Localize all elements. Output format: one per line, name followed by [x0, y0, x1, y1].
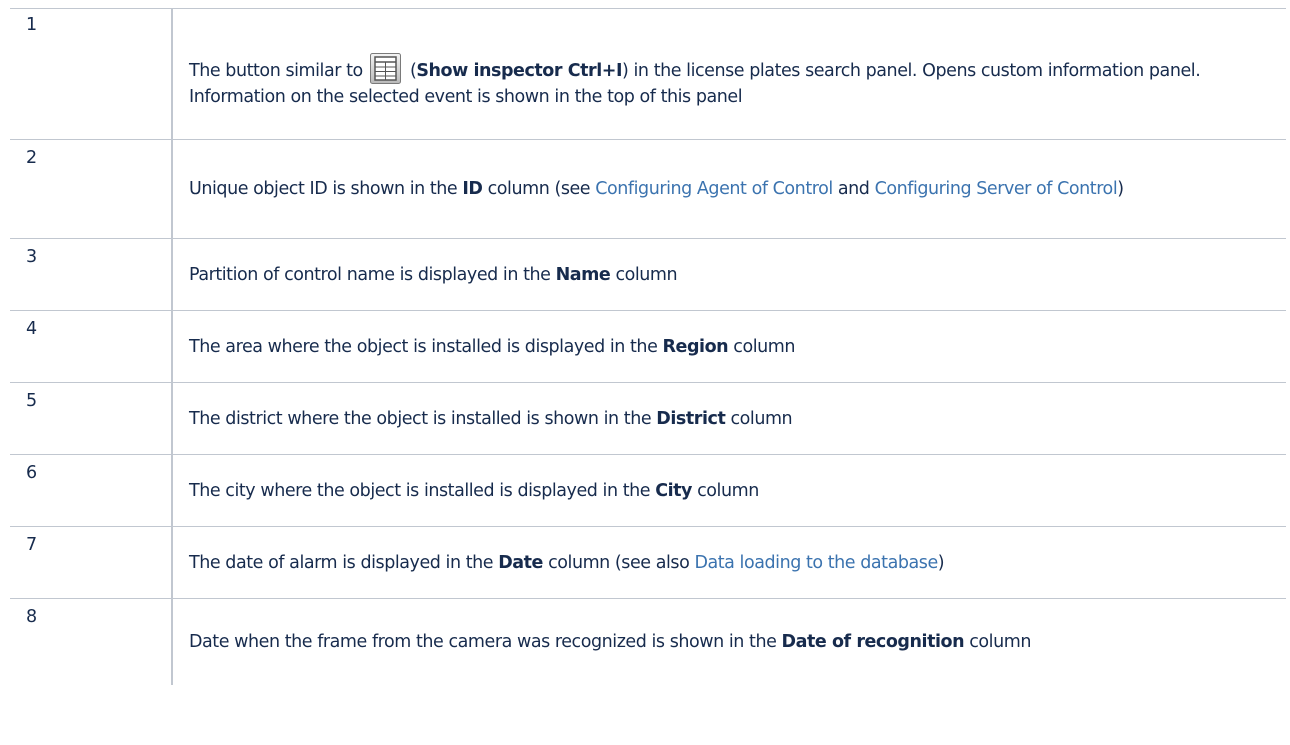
description-text: The city where the object is installed i…: [189, 480, 656, 501]
row-number: 6: [26, 463, 37, 483]
description-text: The button similar to: [189, 60, 368, 81]
row-number-cell: 2: [10, 139, 173, 239]
row-description-cell: The city where the object is installed i…: [172, 454, 1286, 527]
row-number: 2: [26, 148, 37, 168]
table-row: 7 The date of alarm is displayed in the …: [10, 526, 1286, 599]
link-configuring-server-of-control[interactable]: Configuring Server of Control: [875, 179, 1118, 199]
description-text: ): [1117, 179, 1124, 199]
description-text: (: [404, 60, 417, 81]
table-row: 2 Unique object ID is shown in the ID co…: [10, 139, 1286, 239]
bold-term: District: [656, 408, 726, 429]
row-description-cell: The button similar to (Show inspector Ct…: [172, 8, 1286, 140]
row-number-cell: 1: [10, 8, 173, 140]
row-description-cell: The area where the object is installed i…: [172, 310, 1286, 383]
description-text: The date of alarm is displayed in the: [189, 552, 499, 573]
row-number-cell: 5: [10, 382, 173, 455]
description-text: Partition of control name is displayed i…: [189, 264, 556, 285]
description-text: column (see: [482, 179, 596, 199]
table-row: 1 The button similar to (Show inspector …: [10, 8, 1286, 140]
row-number: 7: [26, 535, 37, 555]
description-text: Date when the frame from the camera was …: [189, 631, 782, 652]
row-number: 1: [26, 15, 37, 35]
row-number-cell: 6: [10, 454, 173, 527]
row-number-cell: 3: [10, 238, 173, 311]
row-number-cell: 7: [10, 526, 173, 599]
bold-term: City: [655, 480, 693, 501]
description-text: The district where the object is install…: [189, 408, 657, 429]
row-description-cell: The district where the object is install…: [172, 382, 1286, 455]
bold-term: Region: [662, 336, 729, 357]
description-text: The area where the object is installed i…: [189, 336, 663, 357]
row-description-cell: Partition of control name is displayed i…: [172, 238, 1286, 311]
description-table: 1 The button similar to (Show inspector …: [10, 8, 1286, 685]
description-text: column (see also: [542, 552, 695, 573]
description-text: column: [964, 631, 1031, 652]
link-data-loading-to-the-database[interactable]: Data loading to the database: [694, 553, 938, 573]
description-text: column: [610, 264, 678, 285]
bold-term: Show inspector Ctrl+I: [416, 60, 623, 81]
row-number: 3: [26, 247, 37, 267]
row-description-cell: The date of alarm is displayed in the Da…: [172, 526, 1286, 599]
inspector-icon: [369, 52, 401, 84]
description-text: column: [725, 408, 793, 429]
description-text: column: [728, 336, 796, 357]
row-number: 5: [26, 391, 37, 411]
table-row: 3 Partition of control name is displayed…: [10, 238, 1286, 311]
row-number: 8: [26, 607, 37, 627]
row-number-cell: 8: [10, 598, 173, 685]
row-description-cell: Date when the frame from the camera was …: [172, 598, 1286, 685]
description-text: column: [692, 480, 759, 501]
table-row: 4 The area where the object is installed…: [10, 310, 1286, 383]
description-text: and: [832, 179, 875, 199]
bold-term: Date of recognition: [781, 631, 965, 652]
bold-term: ID: [462, 179, 483, 199]
bold-term: Name: [555, 264, 611, 285]
description-text: Unique object ID is shown in the: [189, 179, 463, 199]
bold-term: Date: [498, 552, 543, 573]
description-text: ): [937, 552, 945, 573]
table-row: 8 Date when the frame from the camera wa…: [10, 598, 1286, 685]
row-description-cell: Unique object ID is shown in the ID colu…: [172, 139, 1286, 239]
row-number: 4: [26, 319, 37, 339]
table-row: 6 The city where the object is installed…: [10, 454, 1286, 527]
table-row: 5 The district where the object is insta…: [10, 382, 1286, 455]
row-number-cell: 4: [10, 310, 173, 383]
link-configuring-agent-of-control[interactable]: Configuring Agent of Control: [595, 179, 833, 199]
